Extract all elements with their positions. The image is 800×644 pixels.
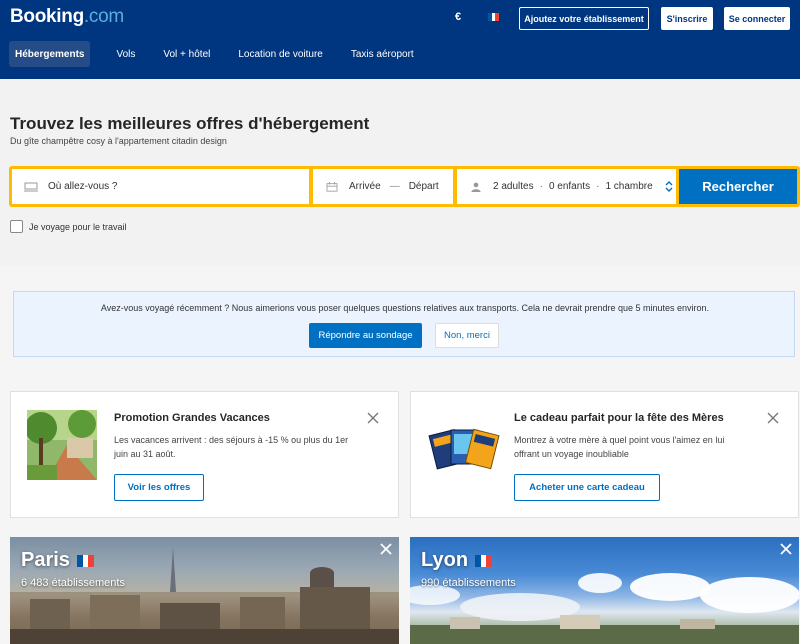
destination-input[interactable]: Où allez-vous ? [12, 169, 309, 204]
close-icon[interactable] [780, 543, 792, 555]
search-title: Trouvez les meilleures offres d'hébergem… [10, 114, 370, 133]
promo-description: Les vacances arrivent : des séjours à -1… [114, 433, 348, 461]
promo-desc-line: Les vacances arrivent : des séjours à -1… [114, 435, 349, 445]
top-header: Booking.com € Ajoutez votre établissemen… [0, 0, 800, 79]
search-hero: Trouvez les meilleures offres d'hébergem… [0, 79, 800, 266]
park-promo-image [27, 410, 97, 480]
language-flag-icon[interactable] [488, 13, 500, 21]
promo-card-mothers-day: Le cadeau parfait pour la fête des Mères… [410, 391, 799, 518]
nav-tab-flights[interactable]: Vols [110, 41, 141, 67]
date-picker[interactable]: Arrivée — Départ [313, 169, 453, 204]
children-count: 0 enfants [548, 181, 591, 192]
destination-placeholder: Où allez-vous ? [48, 181, 118, 192]
booking-logo[interactable]: Booking.com [10, 6, 124, 28]
work-travel-checkbox[interactable] [10, 220, 23, 233]
person-icon [471, 182, 481, 192]
answer-survey-button[interactable]: Répondre au sondage [309, 323, 422, 348]
calendar-icon [326, 181, 338, 192]
promo-desc-line: Montrez à votre mère à quel point vous l… [514, 435, 725, 445]
nav-tab-accommodations[interactable]: Hébergements [9, 41, 91, 67]
gift-cards-image [428, 428, 500, 470]
separator-dot: · [539, 181, 543, 192]
checkin-label: Arrivée [349, 181, 381, 192]
france-flag-icon [475, 554, 493, 567]
city-name: Lyon [421, 549, 493, 572]
buy-gift-card-button[interactable]: Acheter une carte cadeau [514, 474, 660, 501]
search-bar: Où allez-vous ? Arrivée — Départ 2 adult… [9, 166, 800, 207]
logo-main-text: Booking [10, 6, 84, 27]
nav-tab-airport-taxis[interactable]: Taxis aéroport [345, 41, 420, 67]
close-icon[interactable] [766, 411, 780, 425]
nav-tab-flight-hotel[interactable]: Vol + hôtel [157, 41, 216, 67]
search-subtitle: Du gîte champêtre cosy à l'appartement c… [10, 136, 227, 146]
city-name-text: Paris [21, 549, 70, 571]
promo-desc-line: offrant un voyage inoubliable [514, 449, 629, 459]
search-button[interactable]: Rechercher [679, 169, 797, 204]
nav-tab-car-rental[interactable]: Location de voiture [232, 41, 329, 67]
signup-button[interactable]: S'inscrire [661, 7, 713, 30]
survey-text: Avez-vous voyagé récemment ? Nous aimeri… [100, 303, 710, 313]
date-dash: — [389, 181, 400, 192]
work-travel-label: Je voyage pour le travail [29, 221, 127, 232]
city-name-text: Lyon [421, 549, 469, 571]
properties-count: 990 établissements [421, 577, 516, 589]
separator-dot: · [596, 181, 600, 192]
promo-card-summer: Promotion Grandes Vacances Les vacances … [10, 391, 399, 518]
bed-icon [24, 182, 38, 191]
promo-title: Promotion Grandes Vacances [114, 412, 270, 424]
close-icon[interactable] [380, 543, 392, 555]
city-name: Paris [21, 549, 94, 572]
checkout-label: Départ [408, 181, 439, 192]
login-button[interactable]: Se connecter [724, 7, 790, 30]
promo-desc-line: juin au 31 août. [114, 449, 176, 459]
properties-count: 6 483 établissements [21, 577, 125, 589]
work-travel-row: Je voyage pour le travail [10, 220, 127, 233]
close-icon[interactable] [366, 411, 380, 425]
survey-banner: Avez-vous voyagé récemment ? Nous aimeri… [13, 291, 795, 357]
chevron-updown-icon [665, 181, 673, 192]
destination-card-paris[interactable]: Paris 6 483 établissements [10, 537, 399, 644]
guests-selector[interactable]: 2 adultes · 0 enfants · 1 chambre [457, 169, 676, 204]
list-property-button[interactable]: Ajoutez votre établissement [519, 7, 649, 30]
promo-description: Montrez à votre mère à quel point vous l… [514, 433, 724, 461]
currency-selector[interactable]: € [455, 11, 461, 23]
destination-card-lyon[interactable]: Lyon 990 établissements [410, 537, 799, 644]
adults-count: 2 adultes [493, 181, 534, 192]
france-flag-icon [76, 554, 94, 567]
promo-title: Le cadeau parfait pour la fête des Mères [514, 412, 724, 424]
decline-survey-button[interactable]: Non, merci [435, 323, 499, 348]
see-offers-button[interactable]: Voir les offres [114, 474, 204, 501]
main-nav: Hébergements Vols Vol + hôtel Location d… [9, 41, 436, 67]
logo-suffix-text: .com [83, 6, 124, 27]
rooms-count: 1 chambre [605, 181, 653, 192]
